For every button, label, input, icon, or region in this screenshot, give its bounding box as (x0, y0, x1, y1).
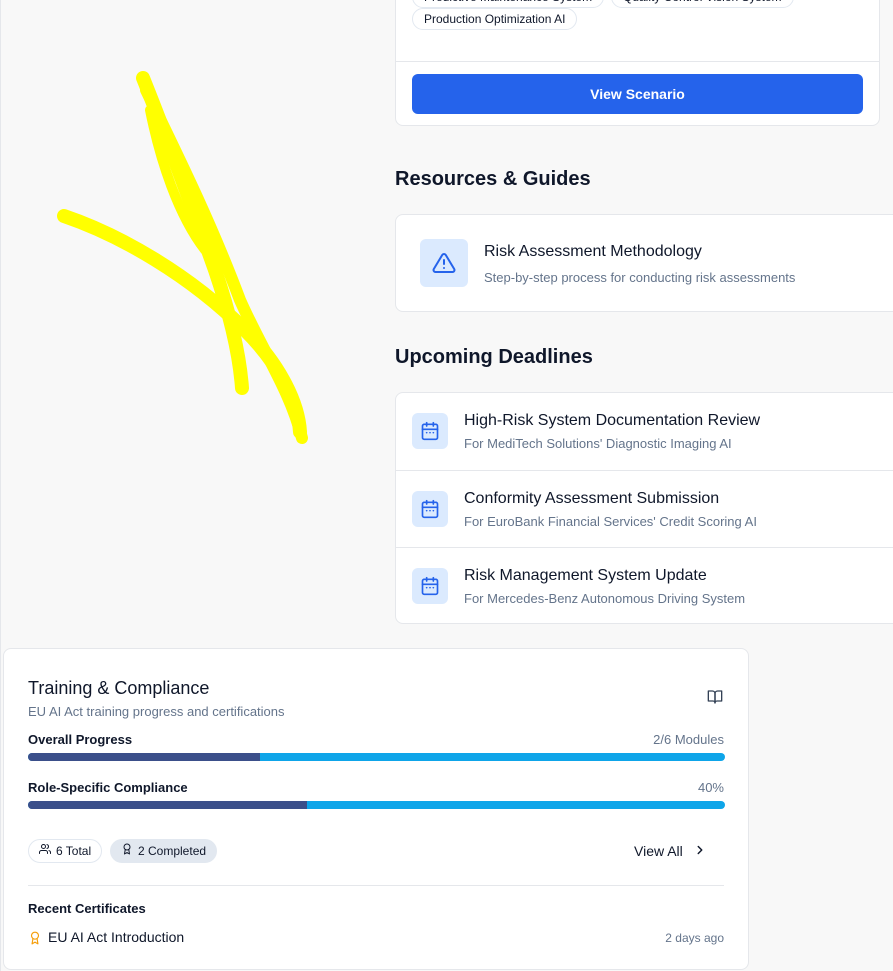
scenario-card: Predictive Maintenance System Quality Co… (395, 0, 880, 126)
left-panel-edge (0, 0, 1, 971)
role-compliance-bar (28, 801, 725, 809)
overall-progress-value: 2/6 Modules (653, 732, 724, 747)
award-icon (121, 840, 133, 862)
card-subtitle: EU AI Act training progress and certific… (28, 704, 285, 719)
view-all-label: View All (634, 843, 683, 859)
deadline-item[interactable]: Risk Management System Update For Merced… (396, 547, 893, 623)
deadlines-heading: Upcoming Deadlines (395, 346, 593, 368)
certificate-name: EU AI Act Introduction (48, 929, 185, 945)
scenario-tag: Predictive Maintenance System (412, 0, 605, 8)
divider (396, 61, 879, 62)
completed-count: 2 Completed (138, 844, 207, 858)
role-compliance-value: 40% (697, 780, 724, 795)
deadline-subtitle: For Mercedes-Benz Autonomous Driving Sys… (464, 591, 746, 606)
deadline-subtitle: For EuroBank Financial Services' Credit … (464, 514, 757, 529)
calendar-icon (412, 413, 448, 449)
certificate-time: 2 days ago (665, 931, 724, 945)
training-compliance-card: Training & Compliance EU AI Act training… (3, 648, 749, 970)
chevron-right-icon (693, 843, 707, 860)
total-badge: 6 Total (28, 839, 103, 863)
overall-progress-fill (28, 753, 261, 761)
view-scenario-button[interactable]: View Scenario (412, 74, 863, 114)
scenario-tag: Production Optimization AI (412, 8, 578, 30)
resources-heading: Resources & Guides (395, 168, 591, 190)
role-compliance-label: Role-Specific Compliance (28, 780, 188, 795)
deadline-item[interactable]: High-Risk System Documentation Review Fo… (396, 393, 893, 470)
view-all-button[interactable]: View All (628, 837, 713, 865)
deadline-title: High-Risk System Documentation Review (464, 412, 761, 429)
overall-progress-label: Overall Progress (28, 732, 133, 747)
deadlines-list: High-Risk System Documentation Review Fo… (395, 392, 893, 624)
calendar-icon (412, 491, 448, 527)
calendar-icon (412, 568, 448, 604)
users-icon (39, 840, 51, 862)
recent-certificates-label: Recent Certificates (28, 901, 146, 916)
deadline-item[interactable]: Conformity Assessment Submission For Eur… (396, 470, 893, 547)
total-count: 6 Total (56, 844, 92, 858)
divider (28, 885, 724, 886)
deadline-subtitle: For MediTech Solutions' Diagnostic Imagi… (464, 436, 732, 451)
alert-triangle-icon (420, 239, 468, 287)
resource-description: Step-by-step process for conducting risk… (484, 270, 796, 285)
certificate-item[interactable]: EU AI Act Introduction 2 days ago (28, 929, 724, 947)
deadline-title: Risk Management System Update (464, 567, 707, 584)
scenario-tag: Quality Control Vision System (611, 0, 794, 8)
completed-badge: 2 Completed (110, 839, 218, 863)
card-title: Training & Compliance (28, 678, 210, 698)
resource-title: Risk Assessment Methodology (484, 243, 702, 260)
deadline-title: Conformity Assessment Submission (464, 490, 720, 507)
resource-item[interactable]: Risk Assessment Methodology Step-by-step… (395, 214, 893, 312)
award-icon (28, 930, 42, 951)
book-open-icon (707, 689, 723, 710)
overall-progress-bar (28, 753, 725, 761)
role-compliance-fill (28, 801, 307, 809)
